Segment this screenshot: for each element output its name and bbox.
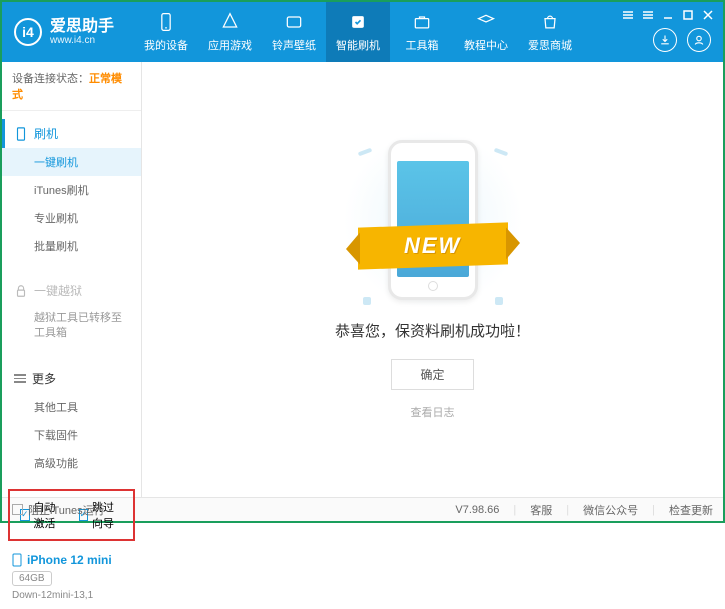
sidebar-item-download-firmware[interactable]: 下载固件	[2, 421, 141, 449]
status-label: 设备连接状态：	[12, 73, 89, 85]
nav-apps[interactable]: 应用游戏	[198, 2, 262, 62]
maximize-icon[interactable]	[681, 8, 695, 22]
phone-icon	[155, 11, 177, 33]
footer-update-link[interactable]: 检查更新	[669, 502, 713, 518]
nav-label: 我的设备	[144, 37, 188, 53]
app-header: i4 爱思助手 www.i4.cn 我的设备 应用游戏 铃声壁纸 智能刷机 工具…	[2, 2, 723, 62]
header-actions	[653, 28, 711, 52]
store-icon	[539, 11, 561, 33]
nav-toolbox[interactable]: 工具箱	[390, 2, 454, 62]
device-firmware: Down-12mini-13,1	[12, 590, 131, 601]
flash-icon	[347, 11, 369, 33]
app-url: www.i4.cn	[50, 35, 114, 46]
window-controls	[621, 8, 715, 22]
nav-label: 智能刷机	[336, 37, 380, 53]
device-name[interactable]: iPhone 12 mini	[12, 553, 131, 567]
nav-tutorials[interactable]: 教程中心	[454, 2, 518, 62]
minimize-icon[interactable]	[661, 8, 675, 22]
app-name: 爱思助手	[50, 18, 114, 36]
logo-icon: i4	[14, 18, 42, 46]
lock-icon	[14, 284, 28, 298]
sidebar-section-flash[interactable]: 刷机	[2, 119, 141, 148]
success-illustration: NEW	[388, 140, 478, 300]
sidebar: 设备连接状态：正常模式 刷机 一键刷机 iTunes刷机 专业刷机 批量刷机 一…	[2, 62, 142, 497]
sidebar-item-onekey-flash[interactable]: 一键刷机	[2, 148, 141, 176]
ribbon-text: NEW	[404, 233, 461, 259]
main-content: NEW 恭喜您，保资料刷机成功啦！ 确定 查看日志	[142, 62, 723, 497]
hamburger-icon	[14, 374, 26, 383]
apps-icon	[219, 11, 241, 33]
connection-status: 设备连接状态：正常模式	[2, 62, 141, 111]
footer-wechat-link[interactable]: 微信公众号	[583, 502, 638, 518]
tutorial-icon	[475, 11, 497, 33]
checkbox-block-itunes[interactable]: 阻止iTunes运行	[12, 502, 105, 518]
nav-label: 爱思商城	[528, 37, 572, 53]
nav-store[interactable]: 爱思商城	[518, 2, 582, 62]
ringtone-icon	[283, 11, 305, 33]
checkbox-icon	[12, 504, 23, 515]
version-label: V7.98.66	[455, 504, 499, 516]
footer-service-link[interactable]: 客服	[530, 502, 552, 518]
section-title: 刷机	[34, 125, 58, 142]
confirm-button[interactable]: 确定	[391, 359, 473, 390]
nav-ringtones[interactable]: 铃声壁纸	[262, 2, 326, 62]
user-icon[interactable]	[687, 28, 711, 52]
view-log-link[interactable]: 查看日志	[411, 404, 455, 420]
section-title: 一键越狱	[34, 282, 82, 299]
nav-my-device[interactable]: 我的设备	[134, 2, 198, 62]
phone-icon	[12, 553, 22, 567]
nav-label: 铃声壁纸	[272, 37, 316, 53]
sidebar-item-batch-flash[interactable]: 批量刷机	[2, 232, 141, 260]
nav-label: 应用游戏	[208, 37, 252, 53]
sidebar-item-other-tools[interactable]: 其他工具	[2, 393, 141, 421]
checkbox-label: 阻止iTunes运行	[28, 502, 105, 518]
sidebar-item-pro-flash[interactable]: 专业刷机	[2, 204, 141, 232]
device-storage: 64GB	[12, 571, 52, 586]
phone-icon	[14, 127, 28, 141]
new-ribbon: NEW	[358, 222, 508, 269]
download-icon[interactable]	[653, 28, 677, 52]
success-message: 恭喜您，保资料刷机成功啦！	[335, 320, 530, 341]
sidebar-item-itunes-flash[interactable]: iTunes刷机	[2, 176, 141, 204]
menu-icon[interactable]	[621, 8, 635, 22]
nav-flash[interactable]: 智能刷机	[326, 2, 390, 62]
toolbox-icon	[411, 11, 433, 33]
lock-icon[interactable]	[641, 8, 655, 22]
logo-area: i4 爱思助手 www.i4.cn	[2, 18, 134, 47]
jailbreak-note: 越狱工具已转移至工具箱	[2, 305, 141, 348]
sidebar-item-advanced[interactable]: 高级功能	[2, 449, 141, 477]
sidebar-section-more[interactable]: 更多	[2, 364, 141, 393]
nav-label: 教程中心	[464, 37, 508, 53]
nav-label: 工具箱	[406, 37, 439, 53]
phone-icon	[388, 140, 478, 300]
device-info: iPhone 12 mini 64GB Down-12mini-13,1	[2, 545, 141, 609]
close-icon[interactable]	[701, 8, 715, 22]
section-title: 更多	[32, 370, 56, 387]
sidebar-section-jailbreak: 一键越狱	[2, 276, 141, 305]
